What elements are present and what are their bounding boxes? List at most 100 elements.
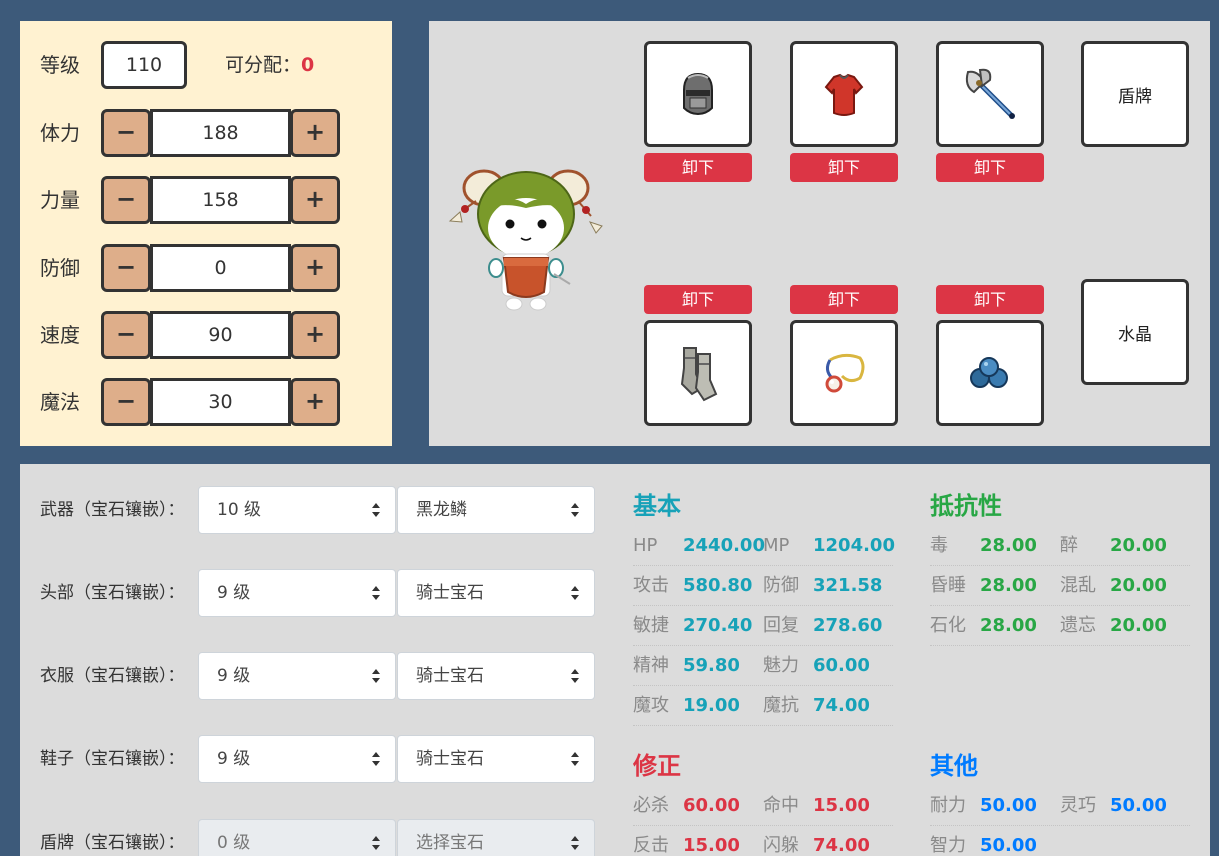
- equipment-panel: 卸下 卸下 卸下 盾牌 卸下 卸下 卸下 水晶: [429, 21, 1210, 446]
- gem-level-value: 9 级: [217, 666, 251, 686]
- attr-value: 20.00: [1110, 535, 1167, 556]
- select-arrows-icon: [372, 586, 380, 600]
- attr-row: 石化 28.00 遗忘 20.00: [930, 606, 1190, 646]
- attr-value: 15.00: [683, 835, 740, 856]
- stat-input[interactable]: 30: [150, 378, 291, 426]
- gems-icon: [970, 357, 1008, 388]
- gem-row-shield: 盾牌（宝石镶嵌）： 0 级 选择宝石: [20, 819, 620, 856]
- other-section-title: 其他: [930, 752, 978, 780]
- attr-name: 敏捷: [633, 615, 669, 636]
- attr-name: 闪躲: [763, 835, 799, 856]
- unequip-gems-button[interactable]: 卸下: [936, 285, 1044, 314]
- gem-level-select[interactable]: 9 级: [198, 652, 396, 700]
- attr-value: 50.00: [980, 795, 1037, 816]
- weapon-slot[interactable]: [936, 41, 1044, 147]
- attr-name: 遗忘: [1060, 615, 1096, 636]
- gem-type-select[interactable]: 骑士宝石: [397, 735, 595, 783]
- gem-row-clothes: 衣服（宝石镶嵌）： 9 级 骑士宝石: [20, 652, 620, 700]
- decrease-button[interactable]: −: [101, 378, 151, 426]
- attr-value: 50.00: [980, 835, 1037, 856]
- increase-button[interactable]: +: [290, 244, 340, 292]
- decrease-button[interactable]: −: [101, 311, 151, 359]
- increase-button[interactable]: +: [290, 378, 340, 426]
- attr-row: 反击 15.00 闪躲 74.00: [633, 826, 893, 856]
- stat-input[interactable]: 90: [150, 311, 291, 359]
- attr-name: 毒: [930, 535, 948, 556]
- shield-slot[interactable]: 盾牌: [1081, 41, 1189, 147]
- stat-input[interactable]: 188: [150, 109, 291, 157]
- gem-type-select[interactable]: 骑士宝石: [397, 652, 595, 700]
- gem-level-value: 0 级: [217, 833, 251, 853]
- resistance-section-title: 抵抗性: [930, 492, 1002, 520]
- unequip-weapon-button[interactable]: 卸下: [936, 153, 1044, 182]
- attr-row: 攻击 580.80 防御 321.58: [633, 566, 893, 606]
- select-arrows-icon: [372, 752, 380, 766]
- attr-row: HP 2440.00 MP 1204.00: [633, 526, 895, 566]
- select-arrows-icon: [571, 586, 579, 600]
- attr-name: 魔抗: [763, 695, 799, 716]
- accessory-slot[interactable]: [936, 320, 1044, 426]
- attr-value: 50.00: [1110, 795, 1167, 816]
- character-avatar: [448, 169, 603, 311]
- attr-name: 回复: [763, 615, 799, 636]
- attr-value: 28.00: [980, 615, 1037, 636]
- gem-row-label: 鞋子（宝石镶嵌）：: [40, 749, 185, 769]
- gem-type-select[interactable]: 选择宝石: [397, 819, 595, 856]
- attr-name: 醉: [1060, 535, 1078, 556]
- attr-row: 智力 50.00: [930, 826, 1190, 856]
- gem-type-select[interactable]: 骑士宝石: [397, 569, 595, 617]
- stat-input[interactable]: 0: [150, 244, 291, 292]
- unequip-boots-button[interactable]: 卸下: [644, 285, 752, 314]
- attr-name: 智力: [930, 835, 966, 856]
- gem-type-value: 选择宝石: [416, 833, 484, 853]
- gem-row-weapon: 武器（宝石镶嵌）： 10 级 黑龙鳞: [20, 486, 620, 534]
- attr-name: 魅力: [763, 655, 799, 676]
- level-input[interactable]: 110: [101, 41, 187, 89]
- decrease-button[interactable]: −: [101, 109, 151, 157]
- stat-input[interactable]: 158: [150, 176, 291, 224]
- decrease-button[interactable]: −: [101, 176, 151, 224]
- increase-button[interactable]: +: [290, 109, 340, 157]
- crystal-slot[interactable]: 水晶: [1081, 279, 1189, 385]
- helmet-slot[interactable]: [644, 41, 752, 147]
- attr-row: 必杀 60.00 命中 15.00: [633, 786, 893, 826]
- gem-row-shoes: 鞋子（宝石镶嵌）： 9 级 骑士宝石: [20, 735, 620, 783]
- gem-row-label: 衣服（宝石镶嵌）：: [40, 666, 185, 686]
- select-arrows-icon: [372, 669, 380, 683]
- attr-row: 敏捷 270.40 回复 278.60: [633, 606, 893, 646]
- helmet-icon: [683, 72, 713, 116]
- attr-row: 昏睡 28.00 混乱 20.00: [930, 566, 1190, 606]
- attr-value: 2440.00: [683, 535, 765, 556]
- boots-slot[interactable]: [644, 320, 752, 426]
- stat-label: 体力: [40, 121, 80, 145]
- basic-section-title: 基本: [633, 492, 681, 520]
- unequip-helmet-button[interactable]: 卸下: [644, 153, 752, 182]
- increase-button[interactable]: +: [290, 176, 340, 224]
- unequip-armor-button[interactable]: 卸下: [790, 153, 898, 182]
- attr-value: 28.00: [980, 535, 1037, 556]
- modifier-section-title: 修正: [633, 752, 681, 780]
- armor-slot[interactable]: [790, 41, 898, 147]
- stat-row-strength: 力量 − 158 +: [20, 176, 392, 224]
- gem-row-label: 盾牌（宝石镶嵌）：: [40, 833, 185, 853]
- gem-level-select[interactable]: 10 级: [198, 486, 396, 534]
- attr-value: 20.00: [1110, 575, 1167, 596]
- necklace-icon: [825, 353, 865, 393]
- attr-value: 278.60: [813, 615, 883, 636]
- increase-button[interactable]: +: [290, 311, 340, 359]
- gem-level-select[interactable]: 0 级: [198, 819, 396, 856]
- gem-level-select[interactable]: 9 级: [198, 735, 396, 783]
- gem-level-select[interactable]: 9 级: [198, 569, 396, 617]
- gem-type-select[interactable]: 黑龙鳞: [397, 486, 595, 534]
- attr-name: 必杀: [633, 795, 669, 816]
- attr-value: 15.00: [813, 795, 870, 816]
- necklace-slot[interactable]: [790, 320, 898, 426]
- attr-row: 耐力 50.00 灵巧 50.00: [930, 786, 1190, 826]
- stat-row-speed: 速度 − 90 +: [20, 311, 392, 359]
- unequip-necklace-button[interactable]: 卸下: [790, 285, 898, 314]
- attr-name: 灵巧: [1060, 795, 1096, 816]
- decrease-button[interactable]: −: [101, 244, 151, 292]
- details-panel: 武器（宝石镶嵌）： 10 级 黑龙鳞 头部（宝石镶嵌）： 9 级 骑士宝石 衣服…: [20, 464, 1210, 856]
- gem-type-value: 骑士宝石: [416, 666, 484, 686]
- available-label: 可分配：: [225, 54, 302, 76]
